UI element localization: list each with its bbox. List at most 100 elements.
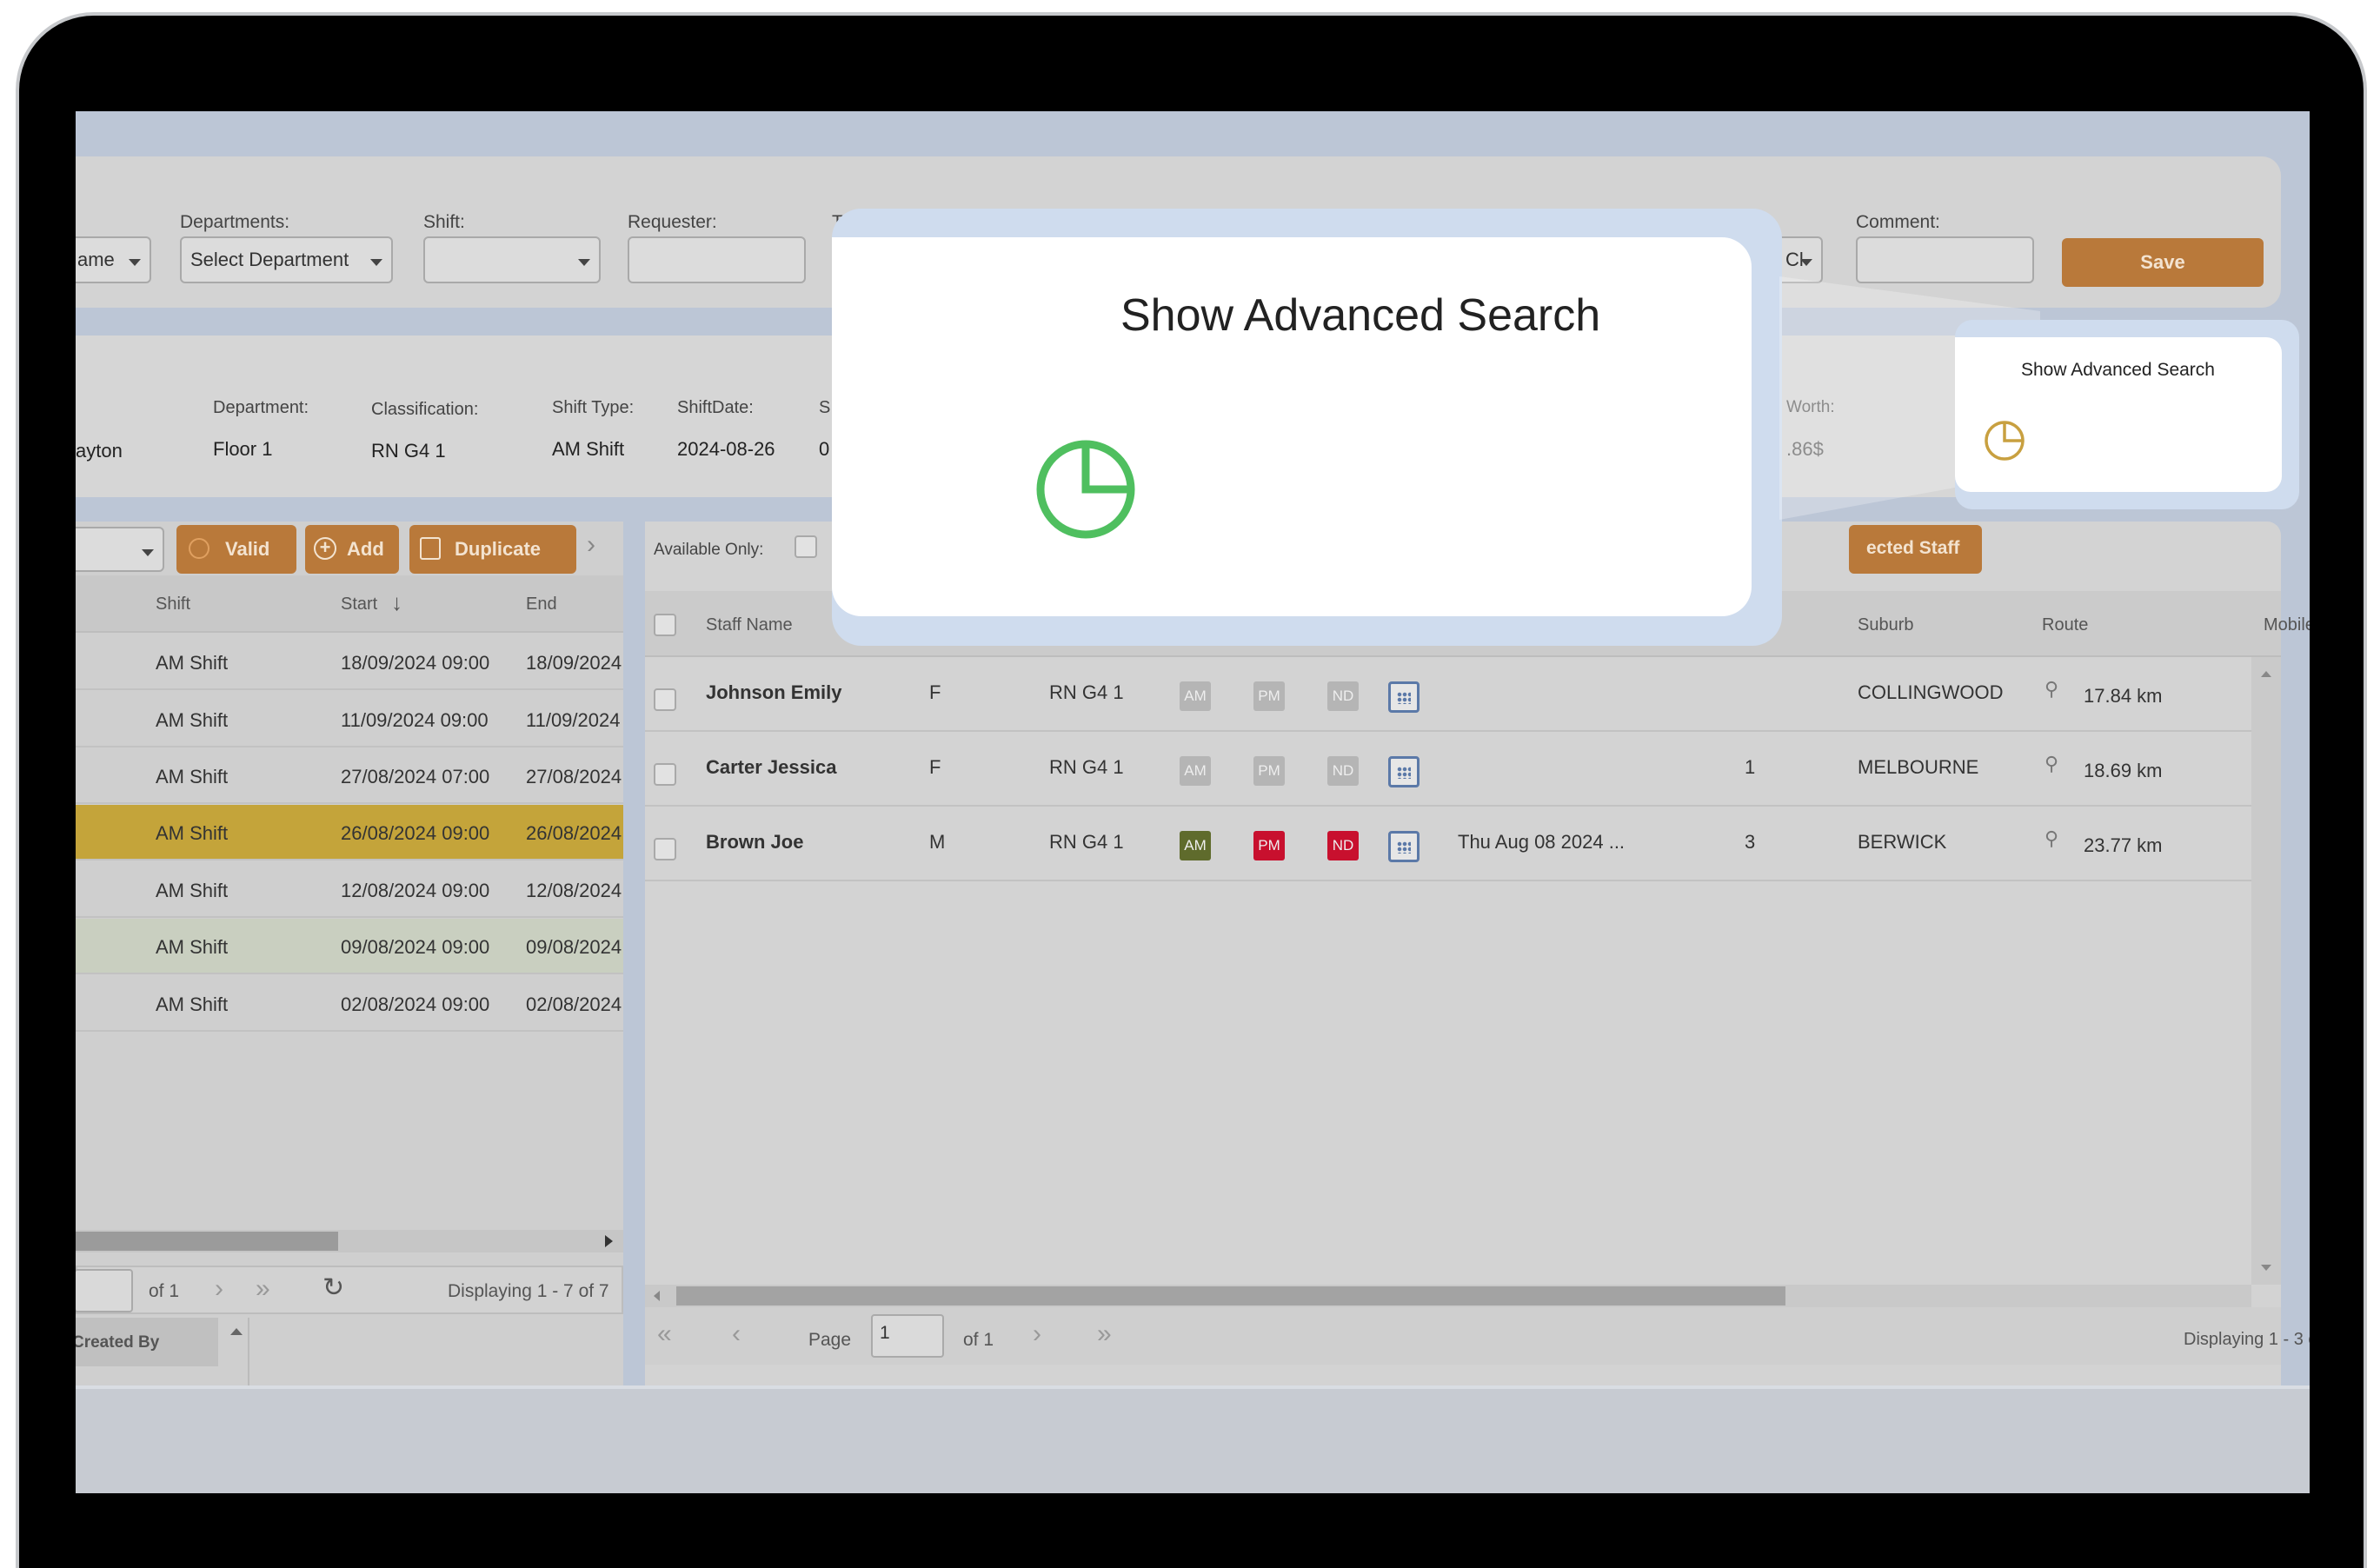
save-button[interactable]: Save: [2062, 238, 2264, 287]
filter-select[interactable]: [76, 527, 164, 572]
requester-input[interactable]: [628, 236, 806, 283]
circle-icon: [189, 538, 209, 559]
cell-end: 12/08/2024: [526, 880, 622, 901]
left-grid-header: Shift Start ↓ End: [76, 575, 623, 633]
chevron-down-icon: [578, 259, 590, 266]
scroll-right-arrow-icon[interactable]: [605, 1235, 613, 1247]
valid-label: Valid: [225, 538, 270, 560]
staff-horizontal-scrollbar[interactable]: [645, 1285, 2251, 1307]
cell-count: 1: [1745, 756, 1756, 778]
callout-card: Show Advanced Search: [832, 237, 1752, 616]
next-page-icon[interactable]: ›: [215, 1274, 223, 1304]
col-start-header[interactable]: Start: [341, 595, 377, 615]
name-select[interactable]: ame: [76, 236, 151, 283]
clock-icon: [1985, 421, 2025, 461]
cell-suburb: MELBOURNE: [1858, 756, 1979, 778]
department-value: Floor 1: [213, 438, 273, 460]
last-page-icon[interactable]: »: [1097, 1319, 1112, 1349]
refresh-icon[interactable]: ↻: [322, 1272, 344, 1303]
cell-shift: AM Shift: [156, 709, 229, 731]
col-suburb-header[interactable]: Suburb: [1858, 615, 1914, 635]
table-row-selected[interactable]: AM Shift 26/08/2024 09:00 26/08/2024: [76, 805, 623, 860]
page-of: of 1: [963, 1330, 994, 1350]
available-only-checkbox[interactable]: [795, 535, 817, 558]
staff-row[interactable]: Carter Jessica F RN G4 1 AM PM ND 1 MELB…: [645, 734, 2262, 807]
row-checkbox[interactable]: [654, 763, 676, 786]
departments-select[interactable]: Select Department: [180, 236, 393, 283]
cell-end: 26/08/2024: [526, 822, 622, 844]
cell-end: 27/08/2024: [526, 766, 622, 787]
add-button[interactable]: + Add: [305, 525, 399, 574]
scrollbar-thumb[interactable]: [76, 1232, 338, 1251]
scroll-left-arrow-icon[interactable]: [654, 1291, 660, 1301]
add-label: Add: [347, 538, 384, 560]
valid-button[interactable]: Valid: [176, 525, 296, 574]
table-row[interactable]: AM Shift 11/09/2024 09:00 11/09/2024: [76, 692, 623, 747]
nd-badge: ND: [1327, 831, 1359, 860]
selected-staff-button[interactable]: ected Staff: [1849, 525, 1982, 574]
staff-row[interactable]: Johnson Emily F RN G4 1 AM PM ND COLLING…: [645, 659, 2262, 732]
classification-value: RN G4 1: [371, 440, 446, 462]
cell-gender: F: [929, 681, 941, 703]
prev-page-icon[interactable]: ‹: [732, 1319, 741, 1349]
lower-panel: [76, 1385, 2310, 1493]
route-pin-icon[interactable]: ⚲: [2045, 678, 2058, 701]
table-row[interactable]: AM Shift 18/09/2024 09:00 18/09/2024: [76, 635, 623, 690]
zero-value: 0: [819, 438, 830, 460]
shift-select[interactable]: [423, 236, 601, 283]
staff-panel: Available Only: ected Staff Staff Name S…: [645, 522, 2310, 1391]
pm-badge: PM: [1253, 756, 1285, 786]
row-checkbox[interactable]: [654, 838, 676, 860]
duplicate-label: Duplicate: [455, 538, 542, 560]
chevron-right-icon[interactable]: ›: [587, 530, 595, 560]
created-by-header: Created By: [76, 1318, 218, 1366]
page-number-input[interactable]: [76, 1269, 133, 1312]
cell-staff-name: Johnson Emily: [706, 681, 842, 703]
page-input[interactable]: 1: [871, 1314, 944, 1358]
vertical-scrollbar[interactable]: [2251, 657, 2281, 1285]
page-input-value: 1: [880, 1323, 890, 1343]
row-checkbox[interactable]: [654, 688, 676, 711]
table-row[interactable]: AM Shift 09/08/2024 09:00 09/08/2024: [76, 919, 623, 974]
departments-select-value: Select Department: [190, 249, 349, 270]
staff-row[interactable]: Brown Joe M RN G4 1 AM PM ND Thu Aug 08 …: [645, 808, 2262, 881]
shift-type-value: AM Shift: [552, 438, 625, 460]
shift-date-label: ShiftDate:: [677, 398, 754, 417]
cell-suburb: BERWICK: [1858, 831, 1947, 853]
cell-start: 11/09/2024 09:00: [341, 709, 489, 731]
col-route-header[interactable]: Route: [2042, 615, 2088, 635]
col-end-header[interactable]: End: [526, 595, 557, 615]
cell-end: 09/08/2024: [526, 936, 622, 958]
scroll-up-arrow-icon[interactable]: [2261, 671, 2271, 677]
small-callout-card: Show Advanced Search: [1955, 337, 2282, 492]
col-mobile-header[interactable]: Mobile: [2264, 615, 2310, 635]
calendar-icon[interactable]: [1388, 756, 1420, 787]
first-page-icon[interactable]: «: [657, 1319, 672, 1349]
cell-end: 11/09/2024: [526, 709, 621, 731]
table-row[interactable]: AM Shift 02/08/2024 09:00 02/08/2024: [76, 976, 623, 1032]
select-all-checkbox[interactable]: [654, 614, 676, 636]
cell-staff-name: Carter Jessica: [706, 756, 837, 778]
sort-up-arrow-icon[interactable]: [230, 1328, 243, 1335]
route-pin-icon[interactable]: ⚲: [2045, 753, 2058, 775]
next-page-icon[interactable]: ›: [1033, 1319, 1041, 1349]
cell-classification: RN G4 1: [1049, 831, 1124, 853]
last-page-icon[interactable]: »: [256, 1274, 270, 1304]
duplicate-button[interactable]: Duplicate: [409, 525, 576, 574]
calendar-icon[interactable]: [1388, 681, 1420, 713]
staff-scrollbar-thumb[interactable]: [676, 1286, 1785, 1306]
table-row[interactable]: AM Shift 27/08/2024 07:00 27/08/2024: [76, 748, 623, 804]
route-pin-icon[interactable]: ⚲: [2045, 827, 2058, 850]
left-pager: of 1 › » ↻ Displaying 1 - 7 of 7: [76, 1266, 623, 1314]
am-badge: AM: [1180, 681, 1211, 711]
left-displaying: Displaying 1 - 7 of 7: [448, 1281, 609, 1301]
table-row[interactable]: AM Shift 12/08/2024 09:00 12/08/2024: [76, 862, 623, 918]
page-label: Page: [808, 1330, 852, 1350]
staff-displaying: Displaying 1 - 3 of 3: [2184, 1330, 2310, 1349]
horizontal-scrollbar[interactable]: [76, 1230, 623, 1252]
col-staff-name-header[interactable]: Staff Name: [706, 615, 793, 635]
col-shift-header[interactable]: Shift: [156, 595, 190, 615]
calendar-icon[interactable]: [1388, 831, 1420, 862]
detail-name-value: ayton: [76, 440, 123, 462]
scroll-down-arrow-icon[interactable]: [2261, 1265, 2271, 1271]
